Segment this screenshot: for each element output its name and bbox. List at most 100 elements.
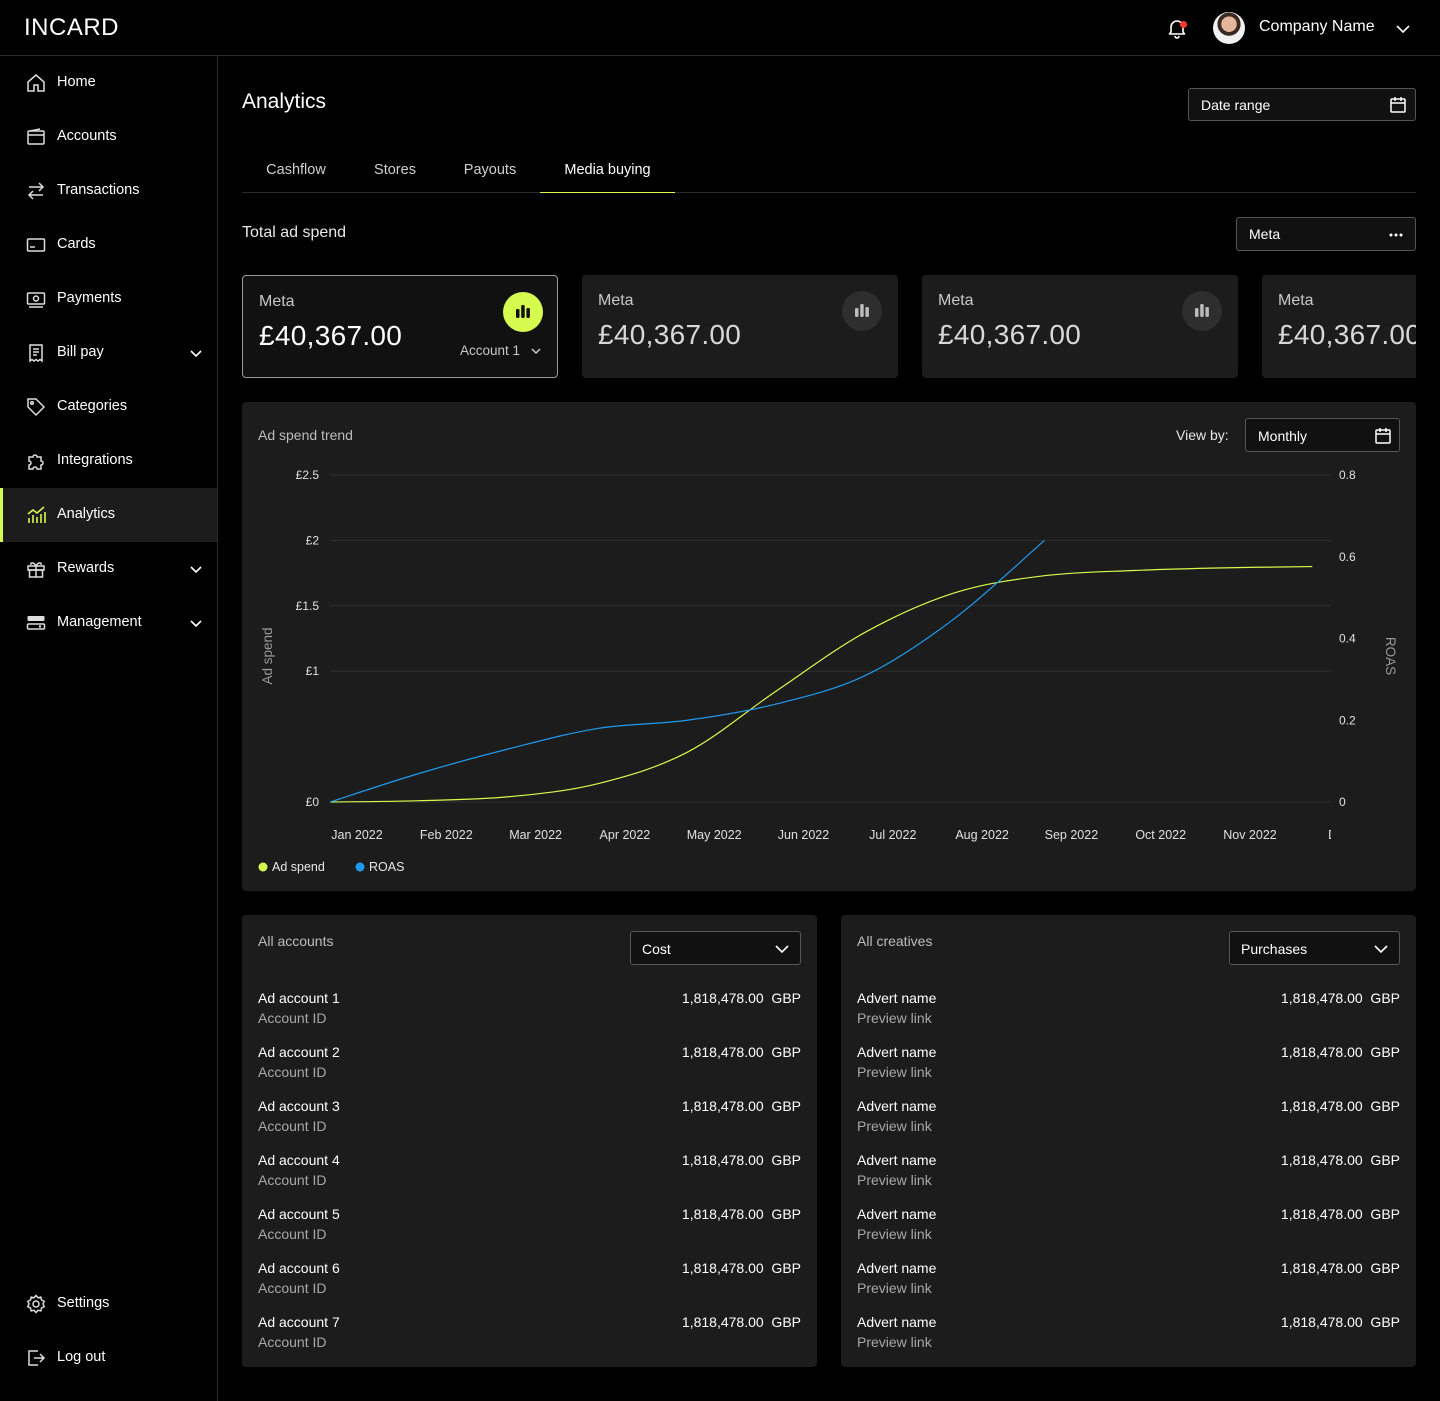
incard-logo[interactable]: INCARD [24,14,119,42]
account-row[interactable]: Ad account 6 Account ID 1,818,478.00 GBP [258,1260,801,1304]
creative-row[interactable]: Advert name Preview link 1,818,478.00 GBP [857,1260,1400,1304]
logout-icon [26,1348,46,1368]
account-row[interactable]: Ad account 2 Account ID 1,818,478.00 GBP [258,1044,801,1088]
account-row[interactable]: Ad account 1 Account ID 1,818,478.00 GBP [258,990,801,1034]
preview-link[interactable]: Preview link [857,1118,932,1134]
sidebar-item-label: Accounts [57,128,117,144]
y2-tick-label: 0.4 [1339,632,1356,646]
view-by-label: View by: [1176,427,1229,443]
avatar[interactable] [1213,12,1245,44]
preview-link[interactable]: Preview link [857,1172,932,1188]
sidebar-item-rewards[interactable]: Rewards [0,542,217,596]
preview-link[interactable]: Preview link [857,1334,932,1350]
account-id: Account ID [258,1064,327,1080]
bar-chart-icon[interactable] [1182,291,1222,331]
creative-row[interactable]: Advert name Preview link 1,818,478.00 GBP [857,1314,1400,1358]
tab-stores[interactable]: Stores [350,148,440,193]
x-tick-label: Nov 2022 [1223,828,1277,842]
spend-cards-carousel[interactable]: Meta £40,367.00 Account 1 Meta £40,367.0… [242,275,1416,378]
sidebar-item-payments[interactable]: Payments [0,272,217,326]
date-range-label: Date range [1201,97,1271,113]
spend-card[interactable]: Meta £40,367.00 [922,275,1238,378]
x-tick-label: Mar 2022 [509,828,562,842]
date-range-picker[interactable]: Date range [1188,88,1416,121]
x-tick-label: Sep 2022 [1045,828,1099,842]
more-horizontal-icon [1387,226,1405,244]
account-row[interactable]: Ad account 5 Account ID 1,818,478.00 GBP [258,1206,801,1250]
sort-select[interactable]: Cost [630,931,801,965]
creative-row[interactable]: Advert name Preview link 1,818,478.00 GBP [857,1098,1400,1142]
row-title: Advert name [857,1098,937,1114]
sidebar-item-bill-pay[interactable]: Bill pay [0,326,217,380]
row-value: 1,818,478.00 GBP [1280,990,1400,1006]
y2-tick-label: 0.6 [1339,550,1356,564]
preview-link[interactable]: Preview link [857,1010,932,1026]
spend-card[interactable]: Meta £40,367.00 [582,275,898,378]
y2-axis-label: ROAS [1383,637,1398,675]
preview-link[interactable]: Preview link [857,1064,932,1080]
chevron-down-icon[interactable] [529,344,543,358]
chevron-down-icon[interactable] [188,615,204,631]
account-id: Account ID [258,1118,327,1134]
sidebar-item-settings[interactable]: Settings [0,1277,217,1331]
x-tick-label: Apr 2022 [600,828,651,842]
sidebar-item-accounts[interactable]: Accounts [0,110,217,164]
creative-row[interactable]: Advert name Preview link 1,818,478.00 GBP [857,1206,1400,1250]
sidebar-item-transactions[interactable]: Transactions [0,164,217,218]
x-tick-label: Jul 2022 [869,828,916,842]
y-tick-label: £1 [306,664,320,678]
sort-select[interactable]: Purchases [1229,931,1400,965]
y-tick-label: £2 [306,533,320,547]
sidebar-item-cards[interactable]: Cards [0,218,217,272]
sidebar-item-categories[interactable]: Categories [0,380,217,434]
row-value: 1,818,478.00 GBP [681,1314,801,1330]
page-title: Analytics [242,90,327,113]
ad-spend-trend-chart: £0 £1 £1.5 £2 £2.5 0 0.2 0.4 0.6 0.8 Jan 2022 Feb 2… [258,468,1398,874]
x-tick-label: May 2022 [687,828,742,842]
tab-cashflow[interactable]: Cashflow [242,148,350,193]
platform-select[interactable]: Meta [1236,217,1416,251]
chevron-down-icon [773,940,791,958]
account-row[interactable]: Ad account 4 Account ID 1,818,478.00 GBP [258,1152,801,1196]
sidebar-item-logout[interactable]: Log out [0,1331,217,1385]
row-title: Advert name [857,1152,937,1168]
sidebar-item-management[interactable]: Management [0,596,217,650]
y2-tick-label: 0.2 [1339,713,1356,727]
account-select[interactable]: Account 1 [460,343,520,358]
preview-link[interactable]: Preview link [857,1226,932,1242]
account-id: Account ID [258,1226,327,1242]
sidebar-item-integrations[interactable]: Integrations [0,434,217,488]
chevron-down-icon [1372,940,1390,958]
calendar-icon [1374,427,1392,445]
sidebar-item-label: Management [57,614,142,630]
y-axis-label: Ad spend [260,627,275,684]
tab-media-buying[interactable]: Media buying [540,148,675,193]
row-title: Ad account 7 [258,1314,340,1330]
account-row[interactable]: Ad account 3 Account ID 1,818,478.00 GBP [258,1098,801,1142]
tab-payouts[interactable]: Payouts [440,148,540,193]
creative-row[interactable]: Advert name Preview link 1,818,478.00 GBP [857,990,1400,1034]
preview-link[interactable]: Preview link [857,1280,932,1296]
bar-chart-icon[interactable] [842,291,882,331]
row-title: Advert name [857,1206,937,1222]
account-id: Account ID [258,1334,327,1350]
row-value: 1,818,478.00 GBP [1280,1206,1400,1222]
row-value: 1,818,478.00 GBP [1280,1098,1400,1114]
row-value: 1,818,478.00 GBP [1280,1044,1400,1060]
sidebar-item-analytics[interactable]: Analytics [0,488,217,542]
sidebar-item-home[interactable]: Home [0,56,217,110]
spend-card[interactable]: Meta £40,367.00 [1262,275,1416,378]
account-row[interactable]: Ad account 7 Account ID 1,818,478.00 GBP [258,1314,801,1358]
chevron-down-icon[interactable] [188,561,204,577]
chevron-down-icon[interactable] [1394,20,1412,38]
bar-chart-icon[interactable] [503,292,543,332]
spend-card[interactable]: Meta £40,367.00 Account 1 [242,275,558,378]
spend-card-platform: Meta [259,293,295,310]
company-name[interactable]: Company Name [1259,18,1375,36]
creative-row[interactable]: Advert name Preview link 1,818,478.00 GBP [857,1044,1400,1088]
sidebar-item-label: Integrations [57,452,133,468]
view-by-select[interactable]: Monthly [1245,418,1400,452]
creative-row[interactable]: Advert name Preview link 1,818,478.00 GBP [857,1152,1400,1196]
chevron-down-icon[interactable] [188,345,204,361]
x-tick-label: Jun 2022 [778,828,829,842]
